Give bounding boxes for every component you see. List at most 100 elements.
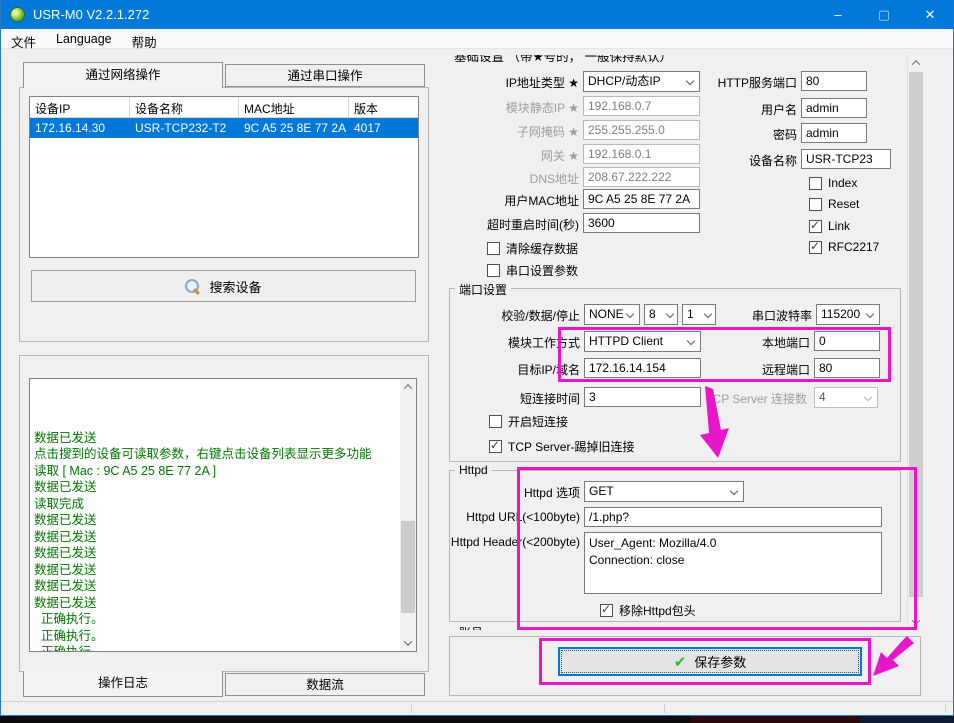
chevron-down-icon (666, 310, 674, 318)
log-scroll-down[interactable] (400, 635, 416, 651)
table-row-selected[interactable]: 172.16.14.30 USR-TCP232-T2 9C A5 25 8E 7… (30, 118, 418, 138)
chevron-down-icon (704, 310, 712, 318)
chevron-down-icon (864, 393, 872, 401)
log-lines: 数据已发送点击搜到的设备可读取参数，右键点击设备列表显示更多功能读取 [ Mac… (34, 380, 398, 652)
log-line: 数据已发送 (34, 578, 398, 595)
checkbox-icon[interactable] (489, 440, 502, 453)
log-output[interactable]: 数据已发送点击搜到的设备可读取参数，右键点击设备列表显示更多功能读取 [ Mac… (29, 378, 417, 652)
rfc2217-checkbox[interactable]: RFC2217 (809, 240, 879, 254)
device-name-label: 设备名称 (641, 152, 797, 169)
baud-select[interactable]: 115200 (816, 304, 880, 325)
annotation-box-httpd (517, 467, 917, 630)
username-label: 用户名 (641, 101, 797, 118)
cell-name: USR-TCP232-T2 (130, 118, 239, 138)
gateway-label: 网关 ★ (443, 147, 579, 164)
minimize-button[interactable]: – (815, 0, 861, 29)
search-device-button[interactable]: 搜索设备 (31, 270, 416, 302)
cell-mac: 9C A5 25 8E 77 2A (239, 118, 349, 138)
tab-network-operation[interactable]: 通过网络操作 (23, 62, 223, 88)
databits-select[interactable]: 8 (644, 304, 678, 325)
index-checkbox[interactable]: Index (809, 176, 857, 190)
short-conn-label: 开启短连接 (508, 413, 568, 430)
log-line: 数据已发送 (34, 430, 398, 447)
desktop-strip-blue (860, 716, 954, 723)
tab-serial-operation[interactable]: 通过串口操作 (225, 64, 425, 87)
tab-operation-log[interactable]: 操作日志 (23, 671, 223, 697)
log-scroll-thumb[interactable] (401, 521, 415, 613)
checkbox-icon[interactable] (809, 198, 822, 211)
search-device-label: 搜索设备 (209, 277, 261, 296)
status-separator (945, 704, 946, 713)
reboot-time-field[interactable]: 3600 (583, 213, 700, 233)
log-scroll-up[interactable] (400, 379, 416, 395)
log-scrollbar[interactable] (400, 379, 416, 651)
next-section-label-clipped: 账号 (459, 624, 483, 630)
parity-select[interactable]: NONE (584, 304, 640, 325)
kick-old-label: TCP Server-踢掉旧连接 (508, 438, 634, 455)
tcp-conn-count-select[interactable]: 4 (814, 387, 878, 408)
title-bar[interactable]: USR-M0 V2.2.1.272 – ▢ ✕ (1, 0, 953, 29)
checkbox-icon[interactable] (489, 415, 502, 428)
dns-field[interactable]: 208.67.222.222 (583, 167, 700, 187)
kick-old-checkbox[interactable]: TCP Server-踢掉旧连接 (489, 438, 634, 455)
mac-label: 用户MAC地址 (443, 192, 579, 209)
annotation-box-save (539, 638, 871, 685)
httpd-title: Httpd (455, 463, 492, 477)
rfc2217-label: RFC2217 (828, 240, 879, 254)
device-name-field[interactable]: USR-TCP23 (801, 149, 891, 169)
log-line: 正确执行。 (34, 644, 398, 652)
stopbits-select[interactable]: 1 (682, 304, 716, 325)
serial-setup-label: 串口设置参数 (506, 262, 578, 279)
static-ip-label: 模块静态IP ★ (443, 99, 579, 116)
mac-field[interactable]: 9C A5 25 8E 77 2A (583, 189, 700, 209)
app-window: USR-M0 V2.2.1.272 – ▢ ✕ 文件 Language 帮助 通… (0, 0, 954, 716)
checkbox-icon[interactable] (809, 177, 822, 190)
col-device-name[interactable]: 设备名称 (130, 97, 239, 118)
annotation-arrow-down (693, 386, 745, 466)
short-conn-checkbox[interactable]: 开启短连接 (489, 413, 568, 430)
checkbox-icon[interactable] (809, 241, 822, 254)
settings-panel: 基础设置 （带★号的， 一般保持默认） IP地址类型 ★ DHCP/动态IP 模… (441, 55, 924, 630)
menu-help[interactable]: 帮助 (122, 29, 167, 49)
search-icon (185, 279, 200, 294)
tab-data-stream[interactable]: 数据流 (225, 673, 425, 696)
username-field[interactable]: admin (801, 98, 867, 118)
link-checkbox[interactable]: Link (809, 219, 850, 233)
col-device-ip[interactable]: 设备IP (30, 97, 130, 118)
ip-type-label: IP地址类型 ★ (443, 74, 579, 91)
col-mac[interactable]: MAC地址 (239, 97, 349, 118)
log-line: 读取完成 (34, 496, 398, 513)
serial-setup-checkbox[interactable]: 串口设置参数 (487, 262, 578, 279)
password-field[interactable]: admin (801, 123, 867, 143)
chevron-down-icon (866, 310, 874, 318)
checkbox-icon[interactable] (487, 242, 500, 255)
menu-file[interactable]: 文件 (1, 29, 46, 49)
checkbox-icon[interactable] (809, 220, 822, 233)
cell-ip: 172.16.14.30 (30, 118, 130, 138)
log-line: 数据已发送 (34, 529, 398, 546)
baud-label: 串口波特率 (712, 307, 812, 324)
log-line: 正确执行。 (34, 611, 398, 628)
close-button[interactable]: ✕ (907, 0, 953, 29)
reset-label: Reset (828, 197, 859, 211)
col-version[interactable]: 版本 (349, 97, 399, 118)
menu-language[interactable]: Language (46, 29, 122, 49)
password-label: 密码 (641, 126, 797, 143)
checkbox-icon[interactable] (487, 264, 500, 277)
maximize-button[interactable]: ▢ (861, 0, 907, 29)
log-line: 点击搜到的设备可读取参数，右键点击设备列表显示更多功能 (34, 446, 398, 463)
index-label: Index (828, 176, 857, 190)
app-logo-icon (10, 7, 25, 22)
http-port-field[interactable]: 80 (801, 71, 867, 91)
subnet-label: 子网掩码 ★ (443, 123, 579, 140)
settings-scroll-up[interactable] (908, 55, 924, 71)
reboot-time-label: 超时重启时间(秒) (443, 216, 579, 233)
reset-checkbox[interactable]: Reset (809, 197, 859, 211)
clear-cache-checkbox[interactable]: 清除缓存数据 (487, 240, 578, 257)
status-separator (664, 704, 665, 713)
device-table[interactable]: 设备IP 设备名称 MAC地址 版本 172.16.14.30 USR-TCP2… (29, 96, 419, 258)
log-line: 数据已发送 (34, 595, 398, 612)
link-label: Link (828, 219, 850, 233)
short-conn-time-label: 短连接时间 (452, 390, 580, 407)
device-table-header[interactable]: 设备IP 设备名称 MAC地址 版本 (30, 97, 418, 118)
